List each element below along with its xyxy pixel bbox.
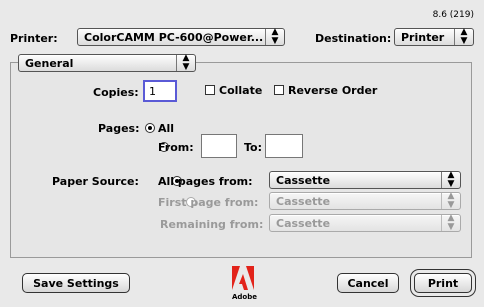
- pages-from-label: From:: [158, 141, 194, 154]
- pages-label: Pages:: [98, 122, 140, 135]
- printer-value: ColorCAMM PC-600@Power...: [84, 30, 264, 44]
- save-settings-button[interactable]: Save Settings: [22, 273, 130, 293]
- updown-arrows-icon: ▲ ▼: [441, 171, 460, 189]
- cancel-button[interactable]: Cancel: [337, 273, 399, 293]
- printer-label: Printer:: [10, 32, 58, 45]
- destination-popup[interactable]: Printer ▲ ▼: [394, 28, 474, 46]
- adobe-logo-text: Adobe: [232, 293, 257, 301]
- reverse-order-checkbox[interactable]: [274, 85, 284, 95]
- all-pages-from-popup[interactable]: Cassette ▲ ▼: [269, 171, 461, 189]
- remaining-from-value: Cassette: [276, 216, 331, 230]
- panel-menu-popup[interactable]: General ▲ ▼: [18, 54, 196, 72]
- updown-arrows-icon: ▲ ▼: [441, 214, 460, 232]
- remaining-from-label: Remaining from:: [160, 218, 264, 231]
- first-page-from-value: Cassette: [276, 194, 331, 208]
- pages-to-label: To:: [244, 141, 262, 154]
- paper-source-label: Paper Source:: [52, 175, 139, 188]
- copies-label: Copies:: [93, 86, 139, 99]
- collate-label: Collate: [219, 84, 263, 97]
- updown-arrows-icon: ▲ ▼: [265, 28, 284, 46]
- pages-all-label: All: [158, 122, 175, 135]
- all-pages-from-label: All pages from:: [158, 175, 253, 188]
- adobe-logo-mark: [232, 266, 254, 290]
- copies-field[interactable]: 1: [143, 80, 177, 102]
- first-page-from-popup[interactable]: Cassette ▲ ▼: [269, 192, 461, 210]
- adobe-logo-icon: Adobe: [232, 266, 257, 302]
- pages-all-radio[interactable]: [145, 123, 155, 133]
- destination-value: Printer: [401, 30, 445, 44]
- reverse-order-label: Reverse Order: [288, 84, 378, 97]
- print-button[interactable]: Print: [414, 273, 472, 293]
- destination-label: Destination:: [315, 32, 392, 45]
- printer-popup[interactable]: ColorCAMM PC-600@Power... ▲ ▼: [77, 28, 285, 46]
- first-page-from-label: First page from:: [158, 196, 259, 209]
- panel-menu-value: General: [25, 56, 74, 70]
- collate-checkbox[interactable]: [205, 85, 215, 95]
- updown-arrows-icon: ▲ ▼: [176, 54, 195, 72]
- version-label: 8.6 (219): [432, 10, 474, 20]
- pages-from-field[interactable]: [201, 134, 237, 158]
- updown-arrows-icon: ▲ ▼: [441, 192, 460, 210]
- pages-to-field[interactable]: [265, 134, 303, 158]
- remaining-from-popup[interactable]: Cassette ▲ ▼: [269, 214, 461, 232]
- all-pages-from-value: Cassette: [276, 173, 331, 187]
- updown-arrows-icon: ▲ ▼: [454, 28, 473, 46]
